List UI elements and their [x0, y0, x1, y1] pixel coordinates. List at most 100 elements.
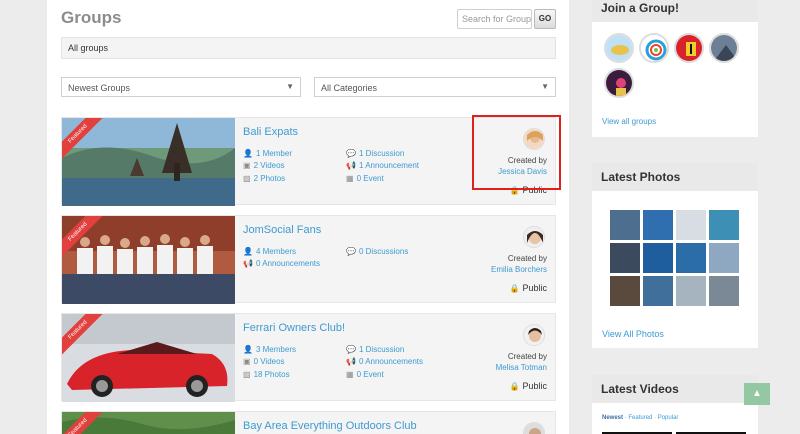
photos-count: 18 Photos — [253, 370, 290, 379]
creator-name-link[interactable]: Emilia Borchers — [491, 265, 547, 274]
discussions-count: 0 Discussions — [358, 247, 409, 256]
members-count: 3 Members — [255, 345, 296, 354]
videos-stat[interactable]: ▣ 0 Videos — [243, 357, 285, 366]
join-group-title: Join a Group! — [592, 0, 758, 22]
chevron-down-icon: ▼ — [541, 82, 549, 91]
megaphone-icon: 📢 — [346, 161, 356, 170]
members-stat[interactable]: 👤 1 Member — [243, 149, 292, 158]
photo-thumbnail[interactable] — [610, 276, 640, 306]
group-name-link[interactable]: Bay Area Everything Outdoors Club — [243, 420, 417, 432]
videos-count: 2 Videos — [253, 161, 285, 170]
members-count: 1 Member — [255, 149, 292, 158]
photo-thumbnail[interactable] — [643, 276, 673, 306]
page-title: Groups — [61, 8, 122, 27]
latest-videos-panel: Latest Videos Newest · Featured · Popula… — [592, 375, 758, 434]
creator-avatar[interactable] — [523, 422, 545, 434]
creator-info: Created by Melisa Totman — [496, 352, 547, 372]
announcements-stat[interactable]: 📢 0 Announcements — [243, 259, 320, 268]
photo-thumbnail[interactable] — [610, 210, 640, 240]
tab-separator: · — [654, 415, 657, 421]
tab-popular[interactable]: Popular — [658, 415, 679, 421]
group-avatar[interactable] — [709, 33, 739, 63]
sort-select[interactable]: Newest Groups ▼ — [61, 77, 301, 97]
videos-stat[interactable]: ▣ 2 Videos — [243, 161, 285, 170]
discussions-count: 1 Discussion — [358, 345, 405, 354]
group-name-link[interactable]: Ferrari Owners Club! — [243, 322, 345, 334]
category-select[interactable]: All Categories ▼ — [314, 77, 556, 97]
category-select-value: All Categories — [321, 83, 378, 93]
events-count: 0 Event — [356, 370, 384, 379]
events-stat[interactable]: ▦ 0 Event — [346, 370, 384, 379]
chat-icon: 💬 — [346, 247, 356, 256]
discussions-count: 1 Discussion — [358, 149, 405, 158]
tab-featured[interactable]: Featured — [628, 415, 652, 421]
join-group-panel: Join a Group! View all groups — [592, 0, 758, 137]
announcements-count: 1 Announcement — [358, 161, 420, 170]
members-count: 4 Members — [255, 247, 296, 256]
members-stat[interactable]: 👤 3 Members — [243, 345, 296, 354]
video-tabs: Newest · Featured · Popular — [602, 415, 678, 421]
group-thumbnail[interactable]: Featured — [62, 314, 235, 402]
discussions-stat[interactable]: 💬 1 Discussion — [346, 149, 404, 158]
user-icon: 👤 — [243, 345, 253, 354]
photos-count: 2 Photos — [253, 174, 286, 183]
creator-avatar[interactable] — [523, 324, 545, 346]
group-avatar[interactable] — [604, 33, 634, 63]
creator-info: Created by Emilia Borchers — [491, 254, 547, 274]
latest-photos-panel: Latest Photos View All Photos — [592, 163, 758, 348]
group-name-link[interactable]: Bali Expats — [243, 126, 298, 138]
group-card: Featured Bay Area Everything Outdoors Cl… — [61, 411, 556, 434]
discussions-stat[interactable]: 💬 0 Discussions — [346, 247, 408, 256]
announcements-stat[interactable]: 📢 1 Announcement — [346, 161, 419, 170]
videos-count: 0 Videos — [253, 357, 285, 366]
calendar-icon: ▦ — [346, 370, 354, 379]
group-avatar[interactable] — [674, 33, 704, 63]
video-icon: ▣ — [243, 357, 251, 366]
group-thumbnail[interactable]: Featured — [62, 216, 235, 304]
privacy-label: Public — [522, 381, 547, 391]
photo-thumbnail[interactable] — [709, 210, 739, 240]
megaphone-icon: 📢 — [346, 357, 356, 366]
photo-thumbnail[interactable] — [676, 210, 706, 240]
events-stat[interactable]: ▦ 0 Event — [346, 174, 384, 183]
members-stat[interactable]: 👤 4 Members — [243, 247, 296, 256]
discussions-stat[interactable]: 💬 1 Discussion — [346, 345, 404, 354]
photo-thumbnail[interactable] — [610, 243, 640, 273]
photos-stat[interactable]: ▨ 2 Photos — [243, 174, 285, 183]
megaphone-icon: 📢 — [243, 259, 253, 268]
group-search-input[interactable]: Search for Group — [457, 9, 532, 29]
view-all-photos-link[interactable]: View All Photos — [602, 329, 664, 339]
group-avatar[interactable] — [604, 68, 634, 98]
creator-name-link[interactable]: Melisa Totman — [496, 363, 547, 372]
group-avatar[interactable] — [639, 33, 669, 63]
image-icon: ▨ — [243, 370, 251, 379]
photo-thumbnail[interactable] — [643, 210, 673, 240]
latest-videos-title: Latest Videos — [592, 375, 758, 403]
breadcrumb: All groups — [61, 37, 556, 59]
group-thumbnail[interactable]: Featured — [62, 118, 235, 206]
photo-thumbnail[interactable] — [643, 243, 673, 273]
announcements-stat[interactable]: 📢 0 Announcements — [346, 357, 423, 366]
photo-thumbnail[interactable] — [676, 276, 706, 306]
go-button[interactable]: GO — [534, 9, 556, 29]
user-icon: 👤 — [243, 149, 253, 158]
creator-avatar[interactable] — [523, 226, 545, 248]
group-thumbnail[interactable]: Featured — [62, 412, 235, 434]
scroll-to-top-button[interactable]: ▲ — [744, 383, 770, 405]
photo-thumbnail[interactable] — [709, 243, 739, 273]
photo-thumbnail[interactable] — [676, 243, 706, 273]
privacy-status: 🔒 Public — [510, 381, 547, 391]
photos-stat[interactable]: ▨ 18 Photos — [243, 370, 290, 379]
tab-newest[interactable]: Newest — [602, 415, 623, 421]
chat-icon: 💬 — [346, 149, 356, 158]
chevron-up-icon: ▲ — [752, 388, 762, 399]
chevron-down-icon: ▼ — [286, 82, 294, 91]
announcements-count: 0 Announcements — [255, 259, 321, 268]
view-all-groups-link[interactable]: View all groups — [602, 117, 656, 126]
chat-icon: 💬 — [346, 345, 356, 354]
lock-icon: 🔒 — [509, 382, 520, 391]
lock-icon: 🔒 — [509, 284, 520, 293]
privacy-status: 🔒 Public — [510, 283, 547, 293]
group-name-link[interactable]: JomSocial Fans — [243, 224, 321, 236]
photo-thumbnail[interactable] — [709, 276, 739, 306]
